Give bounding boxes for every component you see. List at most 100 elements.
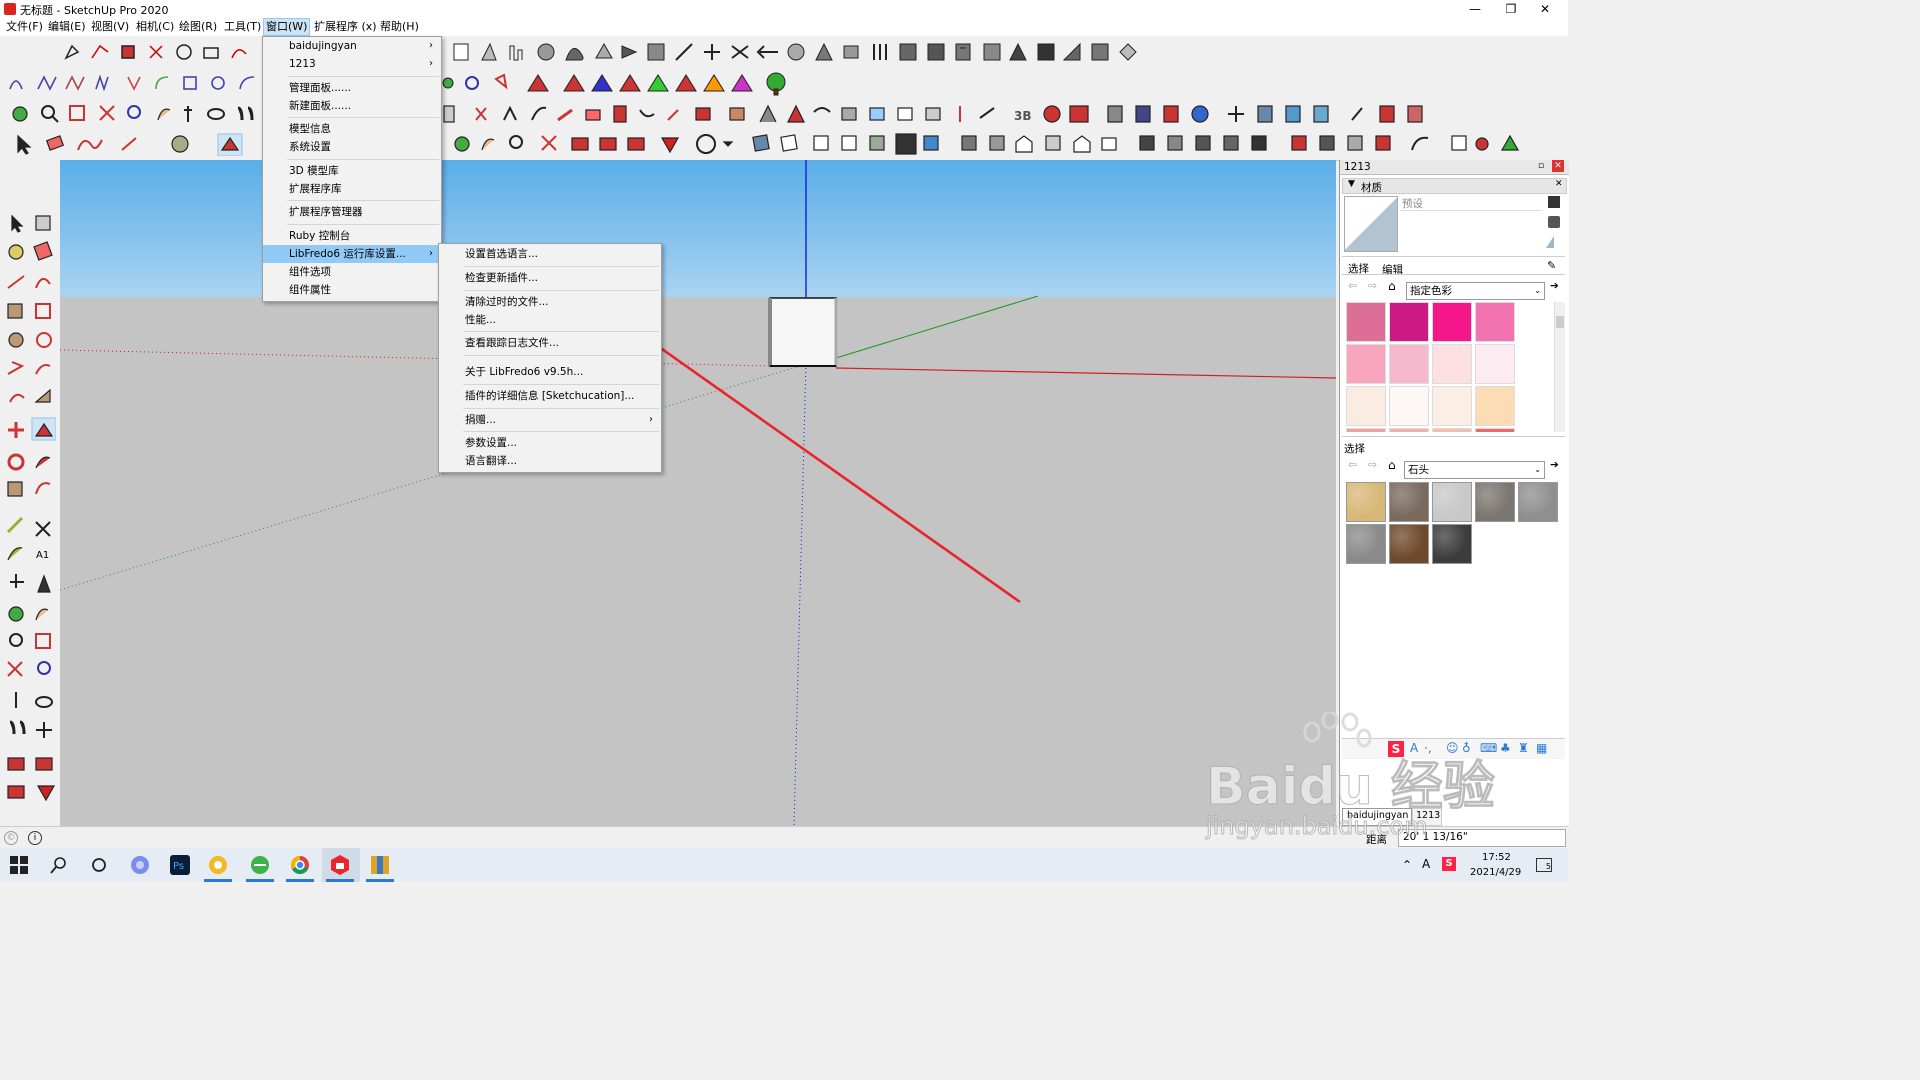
submenu-item-plugin-details[interactable]: 插件的详细信息 [Sketchucation]... [439,387,661,405]
menu-item-3d-warehouse[interactable]: 3D 模型库 [263,162,441,180]
submenu-item-about[interactable]: 关于 LibFredo6 v9.5h... [439,363,661,381]
color-swatch[interactable] [1346,386,1386,426]
clock-date[interactable]: 2021/4/29 [1470,867,1521,878]
menu-camera[interactable]: 相机(C) [134,19,176,35]
notification-icon[interactable]: 5 [1536,858,1552,872]
info-icon[interactable]: i [28,831,42,845]
back-arrow-icon[interactable]: ⇦ [1348,459,1357,471]
pin-icon[interactable]: ▫ [1538,161,1544,171]
menu-item-extension-manager[interactable]: 扩展程序管理器 [263,203,441,221]
measurements-box[interactable]: 20' 1 13/16" [1398,829,1566,847]
forward-arrow-icon[interactable]: ⇨ [1368,280,1377,292]
close-button[interactable]: ✕ [1522,0,1568,18]
sogou-ime-logo[interactable]: S [1388,741,1404,757]
axis-tools-icon-group[interactable] [440,71,800,97]
menu-item-component-options[interactable]: 组件选项 [263,263,441,281]
keyboard-icon[interactable]: ⌨ [1480,741,1497,755]
default-material-icon[interactable] [1546,236,1554,248]
back-arrow-icon[interactable]: ⇦ [1348,280,1357,292]
color-swatch[interactable] [1346,344,1386,384]
details-arrow-icon[interactable]: ➔ [1550,280,1559,292]
menu-item-extension-warehouse[interactable]: 扩展程序库 [263,180,441,198]
menu-item-baidujingyan[interactable]: baidujingyan › [263,37,441,55]
stone-texture-swatch[interactable] [1518,482,1558,522]
section-close-icon[interactable]: ✕ [1555,179,1563,189]
menu-window[interactable]: 窗口(W) [263,18,311,36]
browser-app-icon[interactable] [206,853,230,877]
menu-item-component-attributes[interactable]: 组件属性 [263,281,441,299]
submenu-item-donate[interactable]: 捐赠... › [439,411,661,429]
menu-draw[interactable]: 绘图(R) [177,19,219,35]
menu-item-ruby-console[interactable]: Ruby 控制台 [263,227,441,245]
3d-viewport[interactable] [60,160,1336,826]
home-icon[interactable]: ⌂ [1388,279,1396,293]
menu-item-preferences[interactable]: 系统设置 [263,138,441,156]
ime-menu-icon[interactable]: ▦ [1536,741,1547,755]
app-chat-icon[interactable] [128,853,152,877]
task-view-icon[interactable] [90,856,108,874]
curve-tools-icon-group[interactable] [4,71,260,95]
submenu-item-purge-obsolete[interactable]: 清除过时的文件... [439,293,661,311]
forward-arrow-icon[interactable]: ⇨ [1368,459,1377,471]
color-swatch[interactable] [1389,386,1429,426]
left-tool-icons[interactable]: A1 [4,212,56,812]
color-swatch[interactable] [1389,302,1429,342]
scrollbar-thumb[interactable] [1556,316,1564,328]
toolbox-icon[interactable]: ♣ [1500,741,1511,755]
clock-time[interactable]: 17:52 [1482,852,1511,863]
menu-file[interactable]: 文件(F) [4,19,45,35]
color-swatch[interactable] [1346,428,1386,432]
tray-close-icon[interactable]: ✕ [1552,160,1564,172]
stone-texture-swatch[interactable] [1389,482,1429,522]
color-swatch[interactable] [1432,386,1472,426]
menu-tools[interactable]: 工具(T) [222,19,263,35]
windows-start-icon[interactable] [10,856,28,874]
menu-extensions[interactable]: 扩展程序 (x) [312,19,379,35]
tray-tab-1213[interactable]: 1213 [1412,808,1442,826]
menu-help[interactable]: 帮助(H) [378,19,421,35]
stone-texture-swatch[interactable] [1346,524,1386,564]
skin-icon[interactable]: ♜ [1518,741,1529,755]
submenu-item-parameters[interactable]: 参数设置... [439,434,661,452]
sogou-tray-icon[interactable]: S [1442,857,1456,871]
menu-item-model-info[interactable]: 模型信息 [263,120,441,138]
search-icon[interactable] [50,856,68,874]
chrome-icon[interactable] [288,853,312,877]
extension-tools-icon-group[interactable] [450,40,1150,64]
materials-section-header[interactable]: ▼ 材质 ✕ [1342,178,1567,194]
menu-view[interactable]: 视图(V) [89,19,131,35]
ime-indicator-icon[interactable]: A [1422,857,1430,871]
tray-tab-baidujingyan[interactable]: baidujingyan [1342,808,1412,826]
360-browser-icon[interactable] [248,853,272,877]
archive-app-icon[interactable] [368,853,392,877]
color-swatch[interactable] [1475,428,1515,432]
stone-texture-swatch[interactable] [1432,524,1472,564]
menu-item-new-tray[interactable]: 新建面板...... [263,97,441,115]
stone-texture-swatch[interactable] [1346,482,1386,522]
emoji-icon[interactable]: ☺ [1446,741,1459,755]
home-icon[interactable]: ⌂ [1388,458,1396,472]
color-swatch[interactable] [1346,302,1386,342]
submenu-item-check-updates[interactable]: 检查更新插件... [439,269,661,287]
draw-tools-icon-group[interactable] [60,40,260,64]
tray-chevron-up-icon[interactable]: ⌃ [1402,858,1412,872]
submenu-item-trace-log[interactable]: 查看跟踪日志文件... [439,334,661,352]
section-tools-icon-group[interactable]: 3B [440,102,1430,126]
color-swatch[interactable] [1475,344,1515,384]
submenu-item-set-language[interactable]: 设置首选语言... [439,245,661,263]
menu-item-1213[interactable]: 1213 › [263,55,441,73]
color-swatch[interactable] [1475,386,1515,426]
photoshop-icon[interactable]: Ps [168,853,192,877]
eyedropper-icon[interactable]: ✎ [1547,259,1561,272]
geolocation-icon[interactable]: © [4,831,18,845]
stone-texture-swatch[interactable] [1475,482,1515,522]
submenu-item-translation[interactable]: 语言翻译... [439,452,661,470]
color-swatch[interactable] [1432,428,1472,432]
library-select-1[interactable]: 指定色彩 ⌄ [1406,282,1545,300]
menu-edit[interactable]: 编辑(E) [46,19,88,35]
color-swatch[interactable] [1389,428,1429,432]
details-arrow-icon[interactable]: ➔ [1550,459,1559,471]
color-swatch[interactable] [1432,302,1472,342]
swatch-scrollbar[interactable] [1554,302,1565,432]
color-swatch[interactable] [1389,344,1429,384]
